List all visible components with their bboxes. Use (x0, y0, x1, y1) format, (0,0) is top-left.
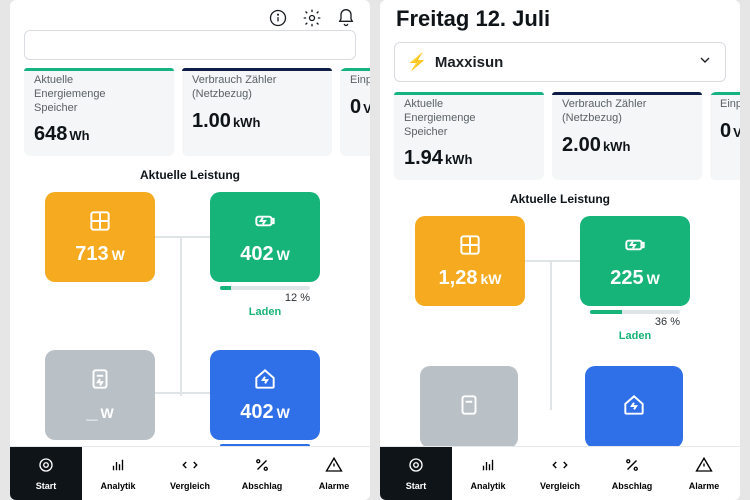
gear-icon[interactable] (302, 8, 322, 28)
summary-cards: Aktuelle Energiemenge Speicher 648Wh Ver… (10, 68, 370, 156)
percent-icon (623, 456, 641, 479)
selector-label: Maxxisun (435, 54, 697, 71)
bars-icon (109, 456, 127, 479)
compare-icon (551, 456, 569, 479)
chevron-down-icon (697, 52, 713, 73)
tile-value: 402 (240, 243, 273, 265)
card-value: 1.94 (404, 147, 443, 169)
card-title: Verbrauch Zähler (Netzbezug) (192, 74, 322, 102)
battery-charging-icon (252, 208, 278, 239)
battery-progress: 12 % Laden (220, 286, 310, 318)
card-value: 648 (34, 123, 67, 145)
tile-solar[interactable]: 713W (45, 192, 155, 282)
tile-value: _ (86, 401, 97, 423)
tile-unit: W (112, 247, 125, 263)
search-input[interactable] (24, 30, 356, 60)
card-value: 2.00 (562, 134, 601, 156)
nav-abschlag[interactable]: Abschlag (226, 447, 298, 500)
card-value: 0 (720, 120, 731, 142)
card-storage-energy[interactable]: Aktuelle Energiemenge Speicher 1.94kWh (394, 92, 544, 180)
compare-icon (181, 456, 199, 479)
nav-alarme[interactable]: Alarme (298, 447, 370, 500)
card-storage-energy[interactable]: Aktuelle Energiemenge Speicher 648Wh (24, 68, 174, 156)
card-title: Aktuelle Energiemenge Speicher (404, 98, 534, 139)
bars-icon (479, 456, 497, 479)
tile-value: 713 (75, 243, 108, 265)
alert-icon (325, 456, 343, 479)
card-unit: Wh (69, 128, 89, 143)
solar-panel-icon (457, 232, 483, 263)
bell-icon[interactable] (336, 8, 356, 28)
top-bar (10, 0, 370, 30)
card-feedin[interactable]: Einp 0V (710, 92, 740, 180)
card-unit: kWh (445, 152, 472, 167)
card-grid-consumption[interactable]: Verbrauch Zähler (Netzbezug) 2.00kWh (552, 92, 702, 180)
nav-vergleich[interactable]: Vergleich (154, 447, 226, 500)
summary-cards: Aktuelle Energiemenge Speicher 1.94kWh V… (380, 92, 740, 180)
phone-screen-2: Freitag 12. Juli ⚡ Maxxisun Aktuelle Ene… (380, 0, 740, 500)
card-title: Einp (720, 98, 740, 112)
tile-home[interactable] (585, 366, 683, 448)
tile-unit: W (647, 271, 660, 287)
card-title: Aktuelle Energiemenge Speicher (34, 74, 164, 115)
tile-unit: kW (480, 271, 501, 287)
nav-analytik[interactable]: Analytik (82, 447, 154, 500)
battery-percent: 12 % (220, 292, 310, 304)
bottom-nav: Start Analytik Vergleich Abschlag Alarme (10, 446, 370, 500)
card-unit: kWh (233, 115, 260, 130)
nav-vergleich[interactable]: Vergleich (524, 447, 596, 500)
card-unit: V (733, 125, 740, 140)
tile-unit: W (100, 405, 113, 421)
card-feedin[interactable]: Einp 0V (340, 68, 370, 156)
card-value: 0 (350, 96, 361, 118)
nav-analytik[interactable]: Analytik (452, 447, 524, 500)
bottom-nav: Start Analytik Vergleich Abschlag Alarme (380, 446, 740, 500)
tile-grid[interactable] (420, 366, 518, 448)
battery-caption: Laden (619, 330, 651, 342)
nav-alarme[interactable]: Alarme (668, 447, 740, 500)
card-unit: V (363, 101, 370, 116)
date-title: Freitag 12. Juli (380, 0, 740, 42)
tile-value: 402 (240, 401, 273, 423)
battery-charging-icon (622, 232, 648, 263)
tile-grid[interactable]: _W (45, 350, 155, 440)
alert-icon (695, 456, 713, 479)
nav-abschlag[interactable]: Abschlag (596, 447, 668, 500)
meter-icon (456, 392, 482, 423)
tile-battery[interactable]: 402W (210, 192, 320, 282)
target-icon (37, 456, 55, 479)
tile-solar[interactable]: 1,28kW (415, 216, 525, 306)
card-title: Verbrauch Zähler (Netzbezug) (562, 98, 692, 126)
battery-progress: 36 % Laden (590, 310, 680, 342)
tile-value: 225 (610, 267, 643, 289)
target-icon (407, 456, 425, 479)
home-icon (621, 392, 647, 423)
card-value: 1.00 (192, 110, 231, 132)
battery-percent: 36 % (590, 316, 680, 328)
meter-icon (87, 366, 113, 397)
tile-value: 1,28 (439, 267, 478, 289)
tile-battery[interactable]: 225W (580, 216, 690, 306)
phone-screen-1: Aktuelle Energiemenge Speicher 648Wh Ver… (10, 0, 370, 500)
tile-unit: W (277, 405, 290, 421)
card-unit: kWh (603, 139, 630, 154)
bolt-icon: ⚡ (407, 52, 427, 72)
percent-icon (253, 456, 271, 479)
card-grid-consumption[interactable]: Verbrauch Zähler (Netzbezug) 1.00kWh (182, 68, 332, 156)
info-icon[interactable] (268, 8, 288, 28)
tile-unit: W (277, 247, 290, 263)
section-title: Aktuelle Leistung (10, 168, 370, 182)
nav-start[interactable]: Start (380, 447, 452, 500)
battery-caption: Laden (249, 306, 281, 318)
section-title: Aktuelle Leistung (380, 192, 740, 206)
nav-start[interactable]: Start (10, 447, 82, 500)
solar-panel-icon (87, 208, 113, 239)
device-selector[interactable]: ⚡ Maxxisun (394, 42, 726, 82)
home-icon (252, 366, 278, 397)
tile-home[interactable]: 402W (210, 350, 320, 440)
card-title: Einp (350, 74, 370, 88)
